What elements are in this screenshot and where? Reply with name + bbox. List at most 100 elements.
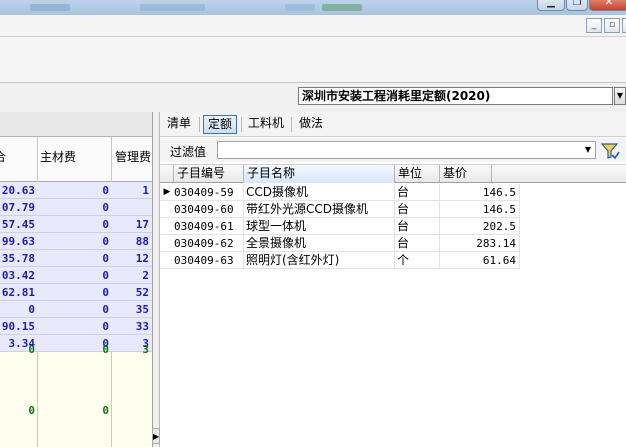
column-header-code[interactable]: 子目编号 [174,165,244,183]
cell-total: 99.63 [1,235,35,248]
cell-price: 146.5 [440,184,520,201]
quota-item-row[interactable]: 030409-63 照明灯(含红外灯) 个 61.64 [160,252,520,269]
window-restore-button[interactable]: ❐ [566,0,588,11]
left-grid-summary-row: 0 0 3 [0,341,152,358]
column-header-unit[interactable]: 单位 [395,165,440,183]
mdi-minimize-button[interactable]: _ [586,18,602,33]
cell-management: 1 [142,184,149,197]
window-close-button[interactable]: ✕ [589,0,626,11]
left-grid-row[interactable]: 20.63 0 1 [0,182,152,199]
cell-code: 030409-59 [174,184,244,201]
minimize-icon: ▁ [547,0,555,8]
column-header-price[interactable]: 基价 [440,165,492,183]
column-header-main-material: 主材费 [40,150,77,164]
cell-main-material: 0 [102,201,109,214]
tab-quota[interactable]: 定额 [203,115,238,134]
left-grid-row[interactable]: 62.81 0 52 [0,284,152,301]
cell-main-material: 0 [102,218,109,231]
cell-main-material: 0 [102,269,109,282]
panel-splitter[interactable] [153,112,160,447]
cell-name: 照明灯(含红外灯) [244,252,395,269]
column-header-management: 管理费 [115,150,152,164]
current-row-arrow-icon: ▶ [163,187,171,197]
quota-browser-panel: 清单 定额 工料机 做法 过滤值 ▼ 子目编号 子目名称 单位 基价 ▶ 0304… [160,112,626,447]
cell-management: 88 [135,235,149,248]
left-grid-row[interactable]: 07.79 0 [0,199,152,216]
quota-library-select[interactable]: 深圳市安装工程消耗里定额(2020) [298,87,613,105]
splitter-expand-button[interactable]: ▶ [152,428,160,444]
cell-unit: 台 [395,184,440,201]
cell-total: 35.78 [1,252,35,265]
cell-main-material: 0 [102,252,109,265]
cell-name: 带红外光源CCD摄像机 [244,201,395,218]
cell-total: 07.79 [1,201,35,214]
cell-price: 202.5 [440,218,520,235]
restore-icon: ▫ [608,20,616,30]
cell-management: 2 [142,269,149,282]
mdi-close-button[interactable] [622,18,626,33]
cell-unit: 台 [395,218,440,235]
mdi-restore-button[interactable]: ▫ [604,18,620,33]
cell-code: 030409-61 [174,218,244,235]
window-title-bar: ▁ ❐ ✕ [0,0,626,15]
left-grid-row[interactable]: 0 0 35 [0,301,152,318]
left-grid-row[interactable]: 90.15 0 33 [0,318,152,335]
cell-management: 33 [135,320,149,333]
cell-main-material: 0 [102,235,109,248]
quota-item-row[interactable]: 030409-61 球型一体机台 202.5 [160,218,520,235]
cell-main-material: 0 [102,184,109,197]
filter-bar: 过滤值 ▼ [160,138,626,162]
quota-item-row[interactable]: 030409-60 带红外光源CCD摄像机台 146.5 [160,201,520,218]
cell-main-material: 0 [102,286,109,299]
minimize-icon: _ [591,20,597,30]
chevron-right-icon: ▶ [153,432,160,441]
cell-main-material: 0 [102,343,109,356]
cell-total: 0 [28,404,35,417]
quota-item-row[interactable]: 030409-62 全景摄像机台 283.14 [160,235,520,252]
row-indicator [160,218,174,235]
filter-input[interactable] [217,141,596,159]
grid-header: 子目编号 子目名称 单位 基价 [160,165,626,183]
filter-dropdown-button[interactable]: ▼ [582,143,594,157]
left-grid-row[interactable]: 57.45 0 17 [0,216,152,233]
cell-name: CCD摄像机 [244,184,395,201]
left-grid-row[interactable]: 35.78 0 12 [0,250,152,267]
tab-bill[interactable]: 清单 [163,115,195,134]
tab-labor-material-machine[interactable]: 工料机 [244,115,288,134]
cell-name: 全景摄像机 [244,235,395,252]
cell-name: 球型一体机 [244,218,395,235]
row-indicator [160,235,174,252]
left-grid-row[interactable]: 03.42 0 2 [0,267,152,284]
cell-main-material: 0 [102,303,109,316]
cell-unit: 台 [395,201,440,218]
column-header-total: 合 [0,148,6,165]
tab-separator [241,117,242,132]
title-bar-blur-1 [30,4,70,11]
cell-main-material: 0 [102,404,109,417]
cell-main-material: 0 [102,320,109,333]
cell-price: 61.64 [440,252,520,269]
left-grid-row[interactable]: 99.63 0 88 [0,233,152,250]
quota-dropdown-button[interactable]: ▼ [614,87,626,105]
toolbar-area [0,37,626,83]
cell-total: 20.63 [1,184,35,197]
filter-icon[interactable] [600,141,620,161]
row-indicator-header [160,165,174,183]
quota-item-grid: 子目编号 子目名称 单位 基价 ▶ 030409-59 CCD摄像机台 146.5 03… [160,164,626,447]
title-bar-blur-2 [140,4,205,11]
row-indicator [160,201,174,218]
chevron-down-icon: ▼ [616,91,624,100]
cell-code: 030409-62 [174,235,244,252]
cell-total: 62.81 [1,286,35,299]
title-bar-blur-3 [285,4,315,11]
cell-management: 3 [142,343,149,356]
title-bar-blur-4 [322,4,362,11]
window-minimize-button[interactable]: ▁ [537,0,565,11]
tab-method[interactable]: 做法 [295,115,327,134]
left-grid-band [0,112,152,137]
cell-unit: 个 [395,252,440,269]
cell-total: 0 [28,303,35,316]
cell-price: 146.5 [440,201,520,218]
column-header-name[interactable]: 子目名称 [244,165,395,183]
quota-item-row[interactable]: ▶ 030409-59 CCD摄像机台 146.5 [160,184,520,201]
